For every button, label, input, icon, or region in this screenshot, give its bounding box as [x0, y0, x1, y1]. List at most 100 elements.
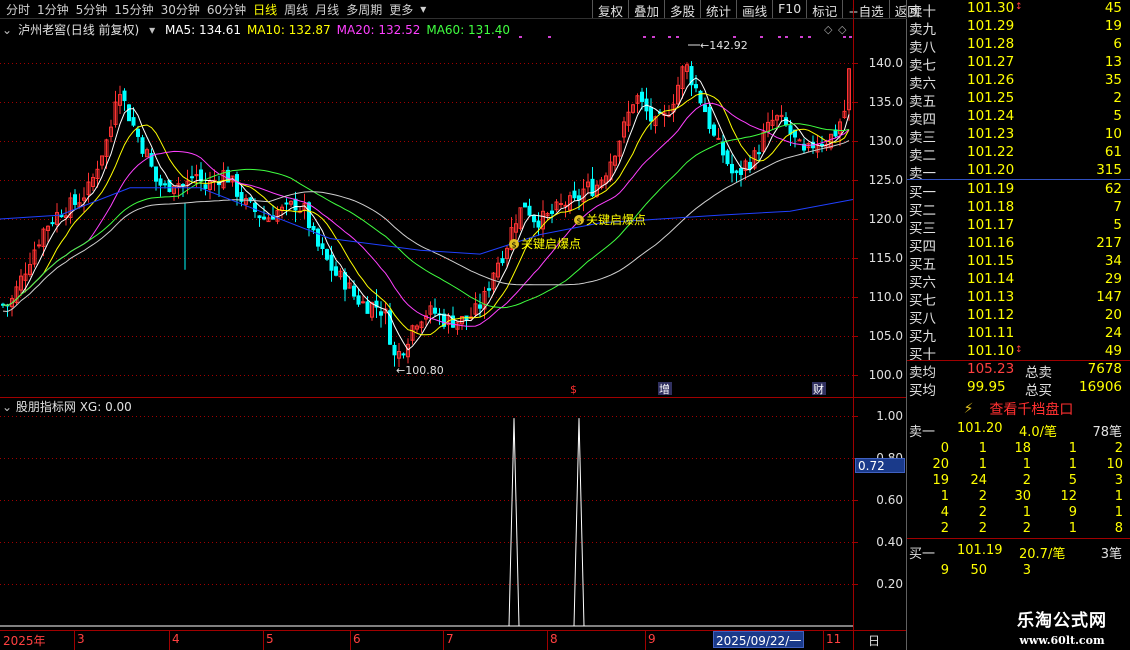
depth-order-qty: 1 — [940, 489, 949, 504]
order-book-panel: 卖十 101.30 45 卖九 101.29 19 卖八 101.28 6 卖七 101.27 13 卖… — [907, 0, 1130, 399]
indicator-spike — [573, 418, 585, 627]
date-axis: 2025年 3 4 5 6 7 8 9 11 2025/09/22/一 日线 — [0, 631, 880, 650]
sell-level-row[interactable]: 卖七 101.27 13 — [907, 54, 1130, 74]
sell-level-row[interactable]: 卖三 101.23 10 — [907, 126, 1130, 146]
depth-header[interactable]: ⚡ 查看千档盘口 — [907, 398, 1130, 420]
candle-body — [343, 272, 347, 290]
level-price: 101.12 — [967, 307, 1015, 323]
depth-order-qty: 9 — [1068, 505, 1077, 520]
date-axis-label: 5 — [266, 632, 274, 646]
candle-body — [235, 174, 239, 197]
price-tick-label: 110.0 — [868, 290, 903, 304]
candle-body — [523, 202, 527, 208]
sell-level-row[interactable]: 卖六 101.26 35 — [907, 72, 1130, 92]
buy-level-row[interactable]: 买七 101.13 147 — [907, 289, 1130, 309]
depth-avg: 20.7/笔 — [1019, 547, 1066, 562]
level-label: 卖八 — [909, 40, 936, 56]
sell-level-row[interactable]: 卖九 101.29 19 — [907, 18, 1130, 38]
buy-level-row[interactable]: 买五 101.15 34 — [907, 253, 1130, 273]
candle-body — [559, 203, 563, 206]
buy-depth-header[interactable]: 买一 101.19 20.7/笔 3笔 — [907, 543, 1130, 562]
candle-body — [820, 143, 824, 146]
sell-level-row[interactable]: 卖一 101.20 315 — [907, 162, 1130, 182]
candle-body — [122, 90, 127, 102]
candle-body — [131, 117, 136, 126]
buy-level-row[interactable]: 买八 101.12 20 — [907, 307, 1130, 327]
level-volume: 62 — [1104, 181, 1122, 197]
depth-order-qty: 0 — [940, 441, 949, 456]
buy-level-row[interactable]: 买三 101.17 5 — [907, 217, 1130, 237]
candle-body — [163, 183, 167, 186]
diamond-icon: ◇ — [838, 23, 847, 36]
candle-body — [550, 210, 554, 214]
depth-title-label[interactable]: 查看千档盘口 — [989, 399, 1073, 419]
sell-level-row[interactable]: 卖四 101.24 5 — [907, 108, 1130, 128]
level-label: 买八 — [909, 311, 936, 327]
level-volume: 24 — [1104, 325, 1122, 341]
candle-body — [293, 198, 298, 211]
event-marker — [760, 36, 763, 38]
price-tick-label: 100.0 — [868, 368, 903, 382]
sell-depth-header[interactable]: 卖一 101.20 4.0/笔 78笔 — [907, 421, 1130, 440]
summary-total: 16906 — [1079, 379, 1122, 395]
indicator-title: 股朋指标网 XG: 0.00 — [15, 400, 132, 414]
level-volume: 19 — [1104, 18, 1122, 34]
depth-order-qty: 30 — [1014, 489, 1031, 504]
depth-order-qty: 10 — [1106, 457, 1123, 472]
level-label: 卖三 — [909, 130, 936, 146]
candle-body — [257, 215, 262, 219]
level-volume: 49 — [1104, 343, 1122, 359]
event-marker — [778, 36, 781, 38]
buy-level-row[interactable]: 买四 101.16 217 — [907, 235, 1130, 255]
level-price: 101.19 — [967, 181, 1015, 197]
sell-level-row[interactable]: 卖五 101.25 2 — [907, 90, 1130, 110]
depth-order-qty: 1 — [1114, 505, 1123, 520]
share-increase-marker[interactable]: 增 — [659, 382, 670, 396]
depth-order-qty: 5 — [1068, 473, 1077, 488]
price-tick-label: 105.0 — [868, 329, 903, 343]
level-price: 101.10 — [967, 343, 1015, 359]
depth-order-qty: 1 — [1068, 521, 1077, 536]
level-label: 买一 — [909, 185, 936, 201]
level-price: 101.30 — [967, 0, 1015, 16]
depth-order-qty: 3 — [1022, 563, 1031, 578]
level-volume: 5 — [1113, 108, 1122, 124]
level-label: 卖七 — [909, 58, 936, 74]
sell-level-row[interactable]: 卖二 101.22 61 — [907, 144, 1130, 164]
depth-order-qty: 18 — [1014, 441, 1031, 456]
buy-level-row[interactable]: 买一 101.19 62 — [907, 181, 1130, 201]
financial-report-marker[interactable]: 财 — [813, 382, 824, 396]
candle-body — [730, 163, 734, 174]
candle-body — [392, 344, 397, 356]
indicator-tick-label: 0.60 — [876, 493, 903, 507]
collapse-icon[interactable]: ⌄ — [2, 400, 12, 414]
level-price: 101.29 — [967, 18, 1015, 34]
candle-body — [797, 139, 802, 142]
buy-level-row[interactable]: 买九 101.11 24 — [907, 325, 1130, 345]
level-label: 卖九 — [909, 22, 936, 38]
candle-body — [532, 214, 536, 223]
level-price: 101.11 — [967, 325, 1015, 341]
event-marker — [519, 36, 522, 38]
date-axis-label: 8 — [550, 632, 558, 646]
signal-annotation[interactable]: $ 关键启爆点 — [509, 237, 581, 251]
summary-avg: 105.23 — [967, 361, 1015, 377]
candle-body — [784, 117, 788, 126]
buy-level-row[interactable]: 买六 101.14 29 — [907, 271, 1130, 291]
depth-order-qty: 3 — [1114, 473, 1123, 488]
candle-body — [334, 266, 338, 276]
buy-level-row[interactable]: 买二 101.18 7 — [907, 199, 1130, 219]
sell-level-row[interactable]: 卖八 101.28 6 — [907, 36, 1130, 56]
period-label[interactable]: 日线 — [868, 632, 880, 650]
level-price: 101.25 — [967, 90, 1015, 106]
price-tick-label: 140.0 — [868, 56, 903, 70]
event-marker — [668, 36, 671, 38]
candlestick-chart[interactable]: ◇ ◇ ←142.92 ←100.80 $ 关键启爆点 $ 关键启爆点 $ 增 财 — [0, 0, 907, 650]
candle-body — [190, 176, 194, 179]
high-price-label: ←142.92 — [700, 39, 748, 52]
depth-order-qty: 2 — [1022, 521, 1031, 536]
summary-row: 卖均 105.23 总卖 7678 — [907, 361, 1130, 381]
candle-body — [311, 225, 316, 231]
level-volume: 35 — [1104, 72, 1122, 88]
level-label: 卖六 — [909, 76, 936, 92]
